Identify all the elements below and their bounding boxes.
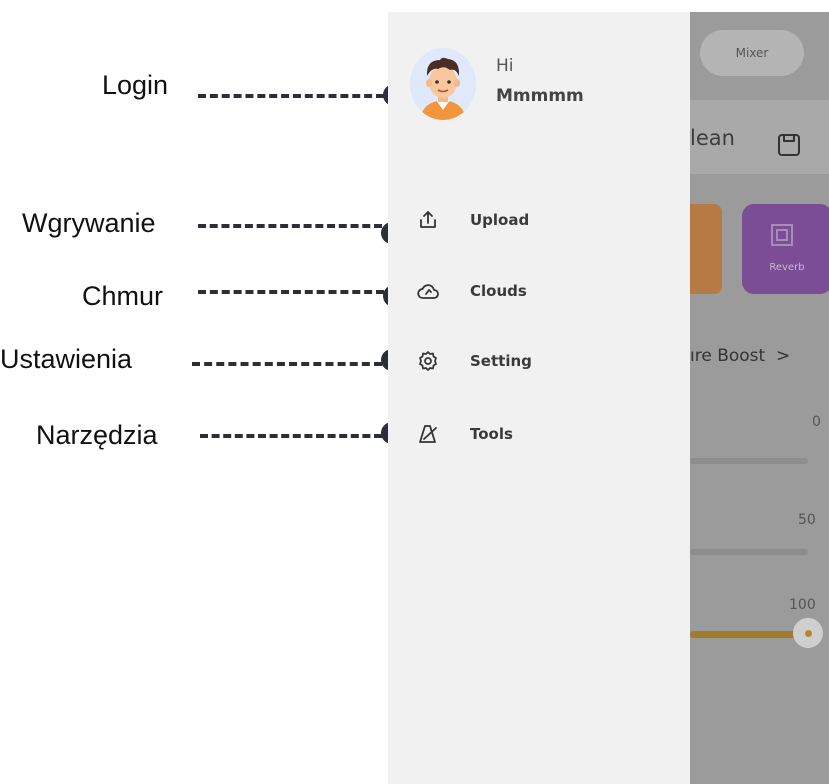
callout-line bbox=[198, 94, 384, 98]
callout-label-setting: Ustawienia bbox=[0, 344, 133, 374]
metronome-icon bbox=[416, 422, 440, 446]
mixer-tab: Mixer bbox=[700, 30, 804, 76]
slider-track-filled bbox=[690, 631, 808, 638]
slider-thumb bbox=[793, 618, 823, 648]
menu-item-upload[interactable]: Upload bbox=[416, 206, 666, 234]
boost-text: ıre Boost > bbox=[690, 346, 791, 366]
callout-label-clouds: Chmur bbox=[82, 281, 164, 311]
callout-line bbox=[198, 290, 384, 294]
preset-text: lean bbox=[690, 126, 735, 150]
slider-track bbox=[690, 549, 808, 555]
save-icon bbox=[776, 132, 802, 158]
callout-line bbox=[200, 434, 382, 438]
background-app-overlay[interactable]: Mixer lean Reverb ıre Boost > 0 50 100 bbox=[690, 12, 829, 784]
cloud-icon bbox=[416, 279, 440, 303]
navigation-drawer bbox=[388, 12, 690, 784]
reverb-icon bbox=[769, 222, 795, 248]
callout-label-login: Login bbox=[102, 70, 169, 100]
menu-item-setting[interactable]: Setting bbox=[416, 347, 666, 375]
slider-value: 50 bbox=[798, 512, 816, 528]
slider-value: 100 bbox=[789, 597, 816, 613]
callout-line bbox=[198, 224, 382, 228]
gear-icon bbox=[416, 349, 440, 373]
greeting-text: Hi bbox=[496, 56, 514, 76]
menu-item-tools[interactable]: Tools bbox=[416, 420, 666, 448]
slider-value: 0 bbox=[812, 414, 821, 430]
upload-icon bbox=[416, 208, 440, 232]
username-text[interactable]: Mmmmm bbox=[496, 86, 584, 106]
slider-track bbox=[690, 458, 808, 464]
user-avatar-icon bbox=[410, 48, 476, 120]
reverb-label: Reverb bbox=[769, 262, 805, 273]
chevron-right-icon: > bbox=[776, 346, 791, 366]
menu-label-setting: Setting bbox=[470, 352, 532, 370]
effect-card bbox=[690, 204, 722, 294]
reverb-card: Reverb bbox=[742, 204, 829, 294]
menu-label-clouds: Clouds bbox=[470, 282, 527, 300]
menu-item-clouds[interactable]: Clouds bbox=[416, 277, 666, 305]
menu-label-upload: Upload bbox=[470, 211, 530, 229]
callout-line bbox=[192, 362, 382, 366]
avatar[interactable] bbox=[410, 48, 476, 120]
mixer-label: Mixer bbox=[735, 46, 769, 60]
callout-label-upload: Wgrywanie bbox=[22, 208, 156, 238]
callout-label-tools: Narzędzia bbox=[36, 420, 158, 450]
menu-label-tools: Tools bbox=[470, 425, 513, 443]
